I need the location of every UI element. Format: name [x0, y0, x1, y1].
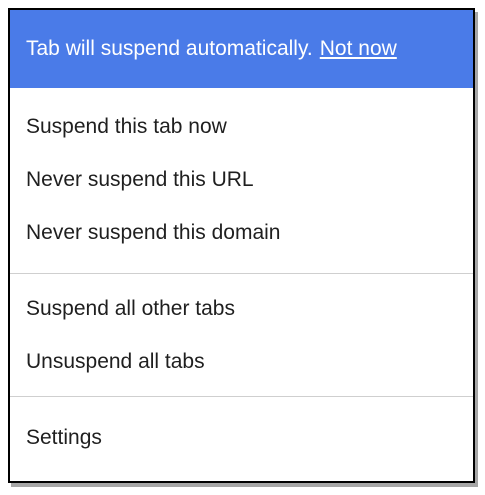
suspend-this-tab-item[interactable]: Suspend this tab now: [10, 100, 473, 153]
all-tabs-group: Suspend all other tabs Unsuspend all tab…: [10, 274, 473, 396]
not-now-link[interactable]: Not now: [320, 37, 397, 61]
settings-group: Settings: [10, 397, 473, 472]
settings-item[interactable]: Settings: [10, 411, 473, 464]
tab-actions-group: Suspend this tab now Never suspend this …: [10, 88, 473, 273]
unsuspend-all-tabs-item[interactable]: Unsuspend all tabs: [10, 335, 473, 388]
suspender-popup: Tab will suspend automatically. Not now …: [8, 8, 475, 483]
never-suspend-domain-item[interactable]: Never suspend this domain: [10, 206, 473, 259]
suspend-all-other-tabs-item[interactable]: Suspend all other tabs: [10, 282, 473, 335]
never-suspend-url-item[interactable]: Never suspend this URL: [10, 153, 473, 206]
status-message: Tab will suspend automatically.: [26, 37, 313, 60]
status-banner: Tab will suspend automatically. Not now: [10, 10, 473, 88]
